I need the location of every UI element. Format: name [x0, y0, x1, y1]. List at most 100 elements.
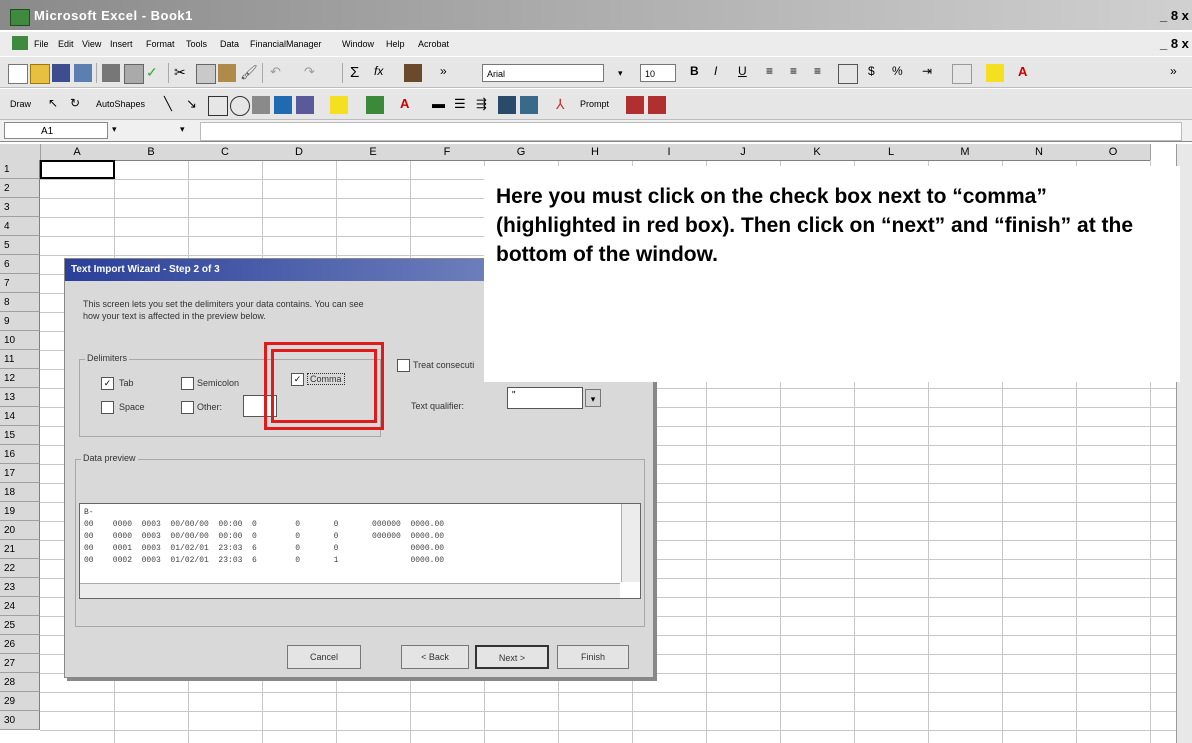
function-icon[interactable]: fx	[374, 64, 392, 82]
menu-insert[interactable]: Insert	[110, 39, 133, 49]
increase-indent-icon[interactable]: ⇥	[922, 64, 940, 82]
spelling-icon[interactable]: ✓	[146, 64, 164, 82]
row-header[interactable]: 28	[0, 673, 40, 692]
email-icon[interactable]	[74, 64, 92, 82]
space-checkbox[interactable]	[101, 401, 114, 414]
row-header[interactable]: 22	[0, 559, 40, 578]
menu-tools[interactable]: Tools	[186, 39, 207, 49]
menu-edit[interactable]: Edit	[58, 39, 74, 49]
row-header[interactable]: 11	[0, 350, 40, 369]
column-header-b[interactable]: B	[114, 144, 189, 161]
rotate-icon[interactable]: ↻	[70, 96, 88, 114]
active-cell-a1[interactable]	[40, 160, 115, 179]
row-header[interactable]: 14	[0, 407, 40, 426]
select-pointer-icon[interactable]: ↖	[48, 96, 66, 114]
row-header[interactable]: 27	[0, 654, 40, 673]
draw-font-color-icon[interactable]: A	[400, 96, 418, 114]
row-header[interactable]: 24	[0, 597, 40, 616]
align-right-icon[interactable]: ≡	[814, 64, 832, 82]
autosum-icon[interactable]: Σ	[350, 64, 368, 82]
row-header[interactable]: 21	[0, 540, 40, 559]
bold-icon[interactable]: B	[690, 64, 708, 82]
diagram-icon[interactable]	[296, 96, 314, 114]
column-header-e[interactable]: E	[336, 144, 411, 161]
open-icon[interactable]	[30, 64, 50, 84]
data-preview-table[interactable]: B- 00 0000 0003 00/00/00 00:00 0 0 0 000…	[79, 503, 641, 599]
row-header[interactable]: 10	[0, 331, 40, 350]
row-header[interactable]: 7	[0, 274, 40, 293]
row-header[interactable]: 1	[0, 160, 40, 179]
3d-icon[interactable]	[520, 96, 538, 114]
row-header[interactable]: 4	[0, 217, 40, 236]
menu-help[interactable]: Help	[386, 39, 405, 49]
report-icon-2[interactable]	[648, 96, 666, 114]
name-box-dropdown-icon[interactable]: ▾	[112, 124, 117, 135]
row-header[interactable]: 5	[0, 236, 40, 255]
formula-dropdown-icon[interactable]: ▾	[180, 124, 185, 135]
row-header[interactable]: 26	[0, 635, 40, 654]
row-header[interactable]: 9	[0, 312, 40, 331]
column-header-f[interactable]: F	[410, 144, 485, 161]
column-header-o[interactable]: O	[1076, 144, 1151, 161]
font-size-select[interactable]: 10	[640, 64, 676, 82]
shadow-icon[interactable]	[498, 96, 516, 114]
column-header-d[interactable]: D	[262, 144, 337, 161]
semicolon-checkbox[interactable]	[181, 377, 194, 390]
print-icon[interactable]	[102, 64, 120, 82]
italic-icon[interactable]: I	[714, 64, 732, 82]
rectangle-icon[interactable]	[208, 96, 228, 116]
currency-icon[interactable]: $	[868, 64, 886, 82]
select-all-corner[interactable]	[0, 144, 41, 161]
workbook-window-controls[interactable]: _ 8 x	[1160, 36, 1189, 51]
text-qualifier-select[interactable]: "	[507, 387, 583, 409]
row-header[interactable]: 23	[0, 578, 40, 597]
cut-icon[interactable]: ✂	[174, 64, 192, 82]
row-header[interactable]: 12	[0, 369, 40, 388]
menu-window[interactable]: Window	[342, 39, 374, 49]
row-header[interactable]: 19	[0, 502, 40, 521]
fill-color-draw-icon[interactable]	[330, 96, 348, 114]
menu-data[interactable]: Data	[220, 39, 239, 49]
row-header[interactable]: 17	[0, 464, 40, 483]
merge-center-icon[interactable]	[838, 64, 858, 84]
cancel-button[interactable]: Cancel	[287, 645, 361, 669]
toolbar-options-right-icon[interactable]: »	[1170, 64, 1188, 82]
font-color-icon[interactable]: A	[1018, 64, 1036, 82]
chart-wizard-icon[interactable]	[404, 64, 422, 82]
row-header[interactable]: 20	[0, 521, 40, 540]
tab-checkbox[interactable]: ✓	[101, 377, 114, 390]
formula-input[interactable]	[200, 122, 1182, 141]
name-box[interactable]: A1	[4, 122, 108, 139]
preview-vertical-scrollbar[interactable]	[621, 504, 640, 582]
row-header[interactable]: 15	[0, 426, 40, 445]
column-header-n[interactable]: N	[1002, 144, 1077, 161]
preview-horizontal-scrollbar[interactable]	[80, 583, 620, 598]
menu-file[interactable]: File	[34, 39, 49, 49]
column-header-a[interactable]: A	[40, 144, 115, 161]
column-header-h[interactable]: H	[558, 144, 633, 161]
underline-icon[interactable]: U	[738, 64, 756, 82]
column-header-i[interactable]: I	[632, 144, 707, 161]
row-header[interactable]: 13	[0, 388, 40, 407]
row-header[interactable]: 8	[0, 293, 40, 312]
wordart-icon[interactable]	[274, 96, 292, 114]
borders-icon[interactable]	[952, 64, 972, 84]
align-center-icon[interactable]: ≡	[790, 64, 808, 82]
column-header-g[interactable]: G	[484, 144, 559, 161]
prompt-button[interactable]: Prompt	[580, 99, 609, 109]
back-button[interactable]: < Back	[401, 645, 469, 669]
arrow-icon[interactable]: ↘	[186, 96, 204, 114]
treat-consecutive-checkbox[interactable]	[397, 359, 410, 372]
row-header[interactable]: 18	[0, 483, 40, 502]
arrow-style-icon[interactable]: ⇶	[476, 96, 494, 114]
menu-view[interactable]: View	[82, 39, 101, 49]
format-painter-icon[interactable]: 🖌	[240, 64, 258, 82]
oval-icon[interactable]	[230, 96, 250, 116]
column-header-l[interactable]: L	[854, 144, 929, 161]
adobe-pdf-icon[interactable]: ⅄	[556, 96, 574, 114]
copy-icon[interactable]	[196, 64, 216, 84]
row-header[interactable]: 16	[0, 445, 40, 464]
menu-financial-manager[interactable]: FinancialManager	[250, 39, 322, 49]
menu-acrobat[interactable]: Acrobat	[418, 39, 449, 49]
save-icon[interactable]	[52, 64, 70, 82]
